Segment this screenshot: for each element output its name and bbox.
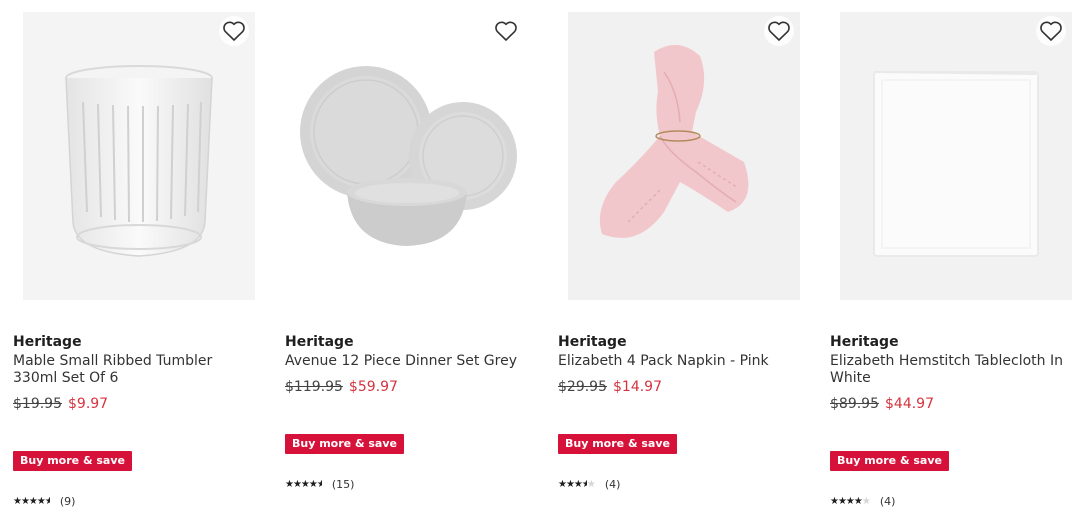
product-title[interactable]: Elizabeth Hemstitch Tablecloth In White — [830, 353, 1070, 387]
product-card[interactable]: Heritage Elizabeth Hemstitch Tablecloth … — [830, 12, 1080, 508]
wishlist-button[interactable] — [491, 16, 521, 46]
product-brand: Heritage — [830, 334, 899, 350]
heart-outline-icon — [495, 21, 517, 41]
wishlist-button[interactable] — [764, 16, 794, 46]
product-image[interactable] — [23, 12, 255, 300]
product-brand: Heritage — [285, 334, 354, 350]
review-count: (9) — [59, 495, 76, 508]
heart-outline-icon — [768, 21, 790, 41]
original-price: $89.95 — [830, 396, 879, 412]
product-card[interactable]: Heritage Elizabeth 4 Pack Napkin - Pink … — [558, 12, 808, 491]
product-brand: Heritage — [558, 334, 627, 350]
tumbler-image — [65, 65, 213, 257]
buy-more-save-badge[interactable]: Buy more & save — [558, 434, 677, 454]
product-card[interactable]: Heritage Avenue 12 Piece Dinner Set Grey… — [285, 12, 535, 491]
rating-row: ★★★★★ (4) — [558, 478, 620, 491]
product-image[interactable] — [840, 12, 1072, 300]
product-card[interactable]: Heritage Mable Small Ribbed Tumbler 330m… — [13, 12, 263, 508]
price-row: $89.95 $44.97 — [830, 396, 934, 412]
rating-row: ★★★★★ (9) — [13, 495, 75, 508]
product-image[interactable] — [568, 12, 800, 300]
review-count: (15) — [331, 478, 355, 491]
price-row: $29.95 $14.97 — [558, 379, 662, 395]
dinner-set-image — [300, 66, 517, 246]
wishlist-button[interactable] — [219, 16, 249, 46]
napkin-image — [599, 44, 749, 238]
rating-row: ★★★★★ (4) — [830, 495, 895, 508]
tablecloth-image — [873, 71, 1039, 257]
buy-more-save-badge[interactable]: Buy more & save — [13, 451, 132, 471]
sale-price: $59.97 — [348, 379, 398, 395]
buy-more-save-badge[interactable]: Buy more & save — [285, 434, 404, 454]
product-title[interactable]: Elizabeth 4 Pack Napkin - Pink — [558, 353, 798, 370]
original-price: $19.95 — [13, 396, 62, 412]
price-row: $19.95 $9.97 — [13, 396, 108, 412]
heart-outline-icon — [1040, 21, 1062, 41]
sale-price: $44.97 — [885, 396, 934, 412]
review-count: (4) — [879, 495, 896, 508]
product-grid: Heritage Mable Small Ribbed Tumbler 330m… — [0, 0, 1080, 513]
original-price: $119.95 — [285, 379, 343, 395]
product-brand: Heritage — [13, 334, 82, 350]
sale-price: $9.97 — [68, 396, 109, 412]
star-rating: ★★★★★ — [13, 496, 50, 507]
wishlist-button[interactable] — [1036, 16, 1066, 46]
price-row: $119.95 $59.97 — [285, 379, 398, 395]
product-title[interactable]: Avenue 12 Piece Dinner Set Grey — [285, 353, 525, 370]
product-title[interactable]: Mable Small Ribbed Tumbler 330ml Set Of … — [13, 353, 253, 387]
star-rating: ★★★★★ — [285, 479, 322, 490]
product-image[interactable] — [295, 12, 527, 300]
original-price: $29.95 — [558, 379, 607, 395]
buy-more-save-badge[interactable]: Buy more & save — [830, 451, 949, 471]
sale-price: $14.97 — [613, 379, 662, 395]
rating-row: ★★★★★ (15) — [285, 478, 354, 491]
star-rating: ★★★★★ — [830, 496, 871, 507]
heart-outline-icon — [223, 21, 245, 41]
star-rating: ★★★★★ — [558, 479, 596, 490]
review-count: (4) — [604, 478, 621, 491]
